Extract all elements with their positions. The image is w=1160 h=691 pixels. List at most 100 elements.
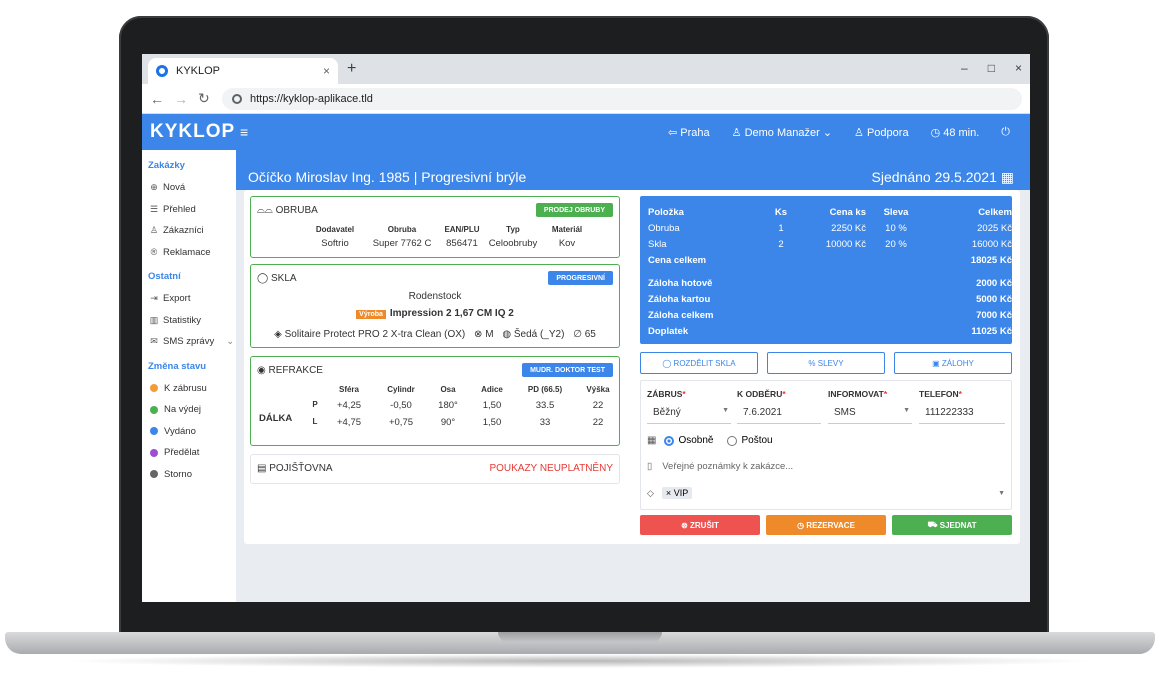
summary-col: Sleva — [883, 206, 909, 218]
window-controls: – □ × — [961, 61, 1022, 75]
cancel-order-button[interactable]: ⊗ ZRUŠIT — [640, 515, 760, 535]
tag-chip[interactable]: × VIP — [661, 487, 693, 499]
close-window-button[interactable]: × — [1015, 61, 1022, 75]
forward-icon[interactable]: → — [174, 91, 188, 107]
palette-icon: ◍ — [502, 329, 514, 340]
back-icon[interactable]: ← — [150, 91, 164, 107]
dropdown-arrow-icon[interactable]: ▼ — [998, 490, 1005, 497]
notes-input[interactable]: Veřejné poznámky k zakázce... — [662, 461, 793, 472]
delivery-post-radio[interactable]: Poštou — [727, 435, 773, 446]
diameter-icon: ∅ — [573, 329, 585, 340]
distance-label: DÁLKA — [259, 413, 293, 424]
branch-link[interactable]: ⇦ Praha — [668, 126, 710, 139]
tag-remove-icon[interactable]: × — [666, 488, 671, 498]
sidebar-item-customers[interactable]: ♙ Zákazníci — [148, 220, 236, 242]
refraction-side: P — [312, 400, 318, 409]
status-item-grinding[interactable]: K zábrusu — [148, 378, 236, 400]
lens-diameter: 65 — [584, 329, 596, 340]
insurance-panel[interactable]: ▤ POJIŠŤOVNA POUKAZY NEUPLATNĚNY — [250, 454, 620, 484]
lens-brand: Rodenstock — [408, 291, 462, 302]
lens-product: Impression 2 1,67 CM IQ 2 — [389, 308, 514, 319]
clipboard-icon: ▯ — [647, 461, 653, 472]
url-text: https://kyklop-aplikace.tld — [250, 92, 373, 105]
chevron-down-icon: ⌄ — [819, 126, 833, 139]
new-tab-button[interactable]: + — [347, 60, 356, 78]
grind-label: ZÁBRUS* — [647, 389, 686, 399]
sidebar-item-claims[interactable]: ® Reklamace — [148, 242, 236, 264]
summary-cell: 1 — [778, 222, 784, 234]
lens-product-row: Výroba Impression 2 1,67 CM IQ 2 — [251, 308, 619, 319]
app-logo[interactable]: KYKLOP — [142, 121, 236, 143]
refraction-header: Adice — [481, 385, 503, 394]
status-item-ready[interactable]: Na výdej — [148, 399, 236, 421]
status-item-cancel[interactable]: Storno — [148, 464, 236, 486]
return-icon: ® — [150, 247, 158, 258]
lens-tint: Šedá (_Y2) — [513, 329, 565, 340]
status-dot-blue — [150, 427, 158, 436]
site-info-icon[interactable] — [232, 93, 242, 104]
refraction-value: 180° — [438, 400, 458, 411]
discounts-button[interactable]: % SLEVY — [767, 352, 885, 374]
sidebar-item-new[interactable]: ⊕ Nová — [148, 177, 236, 199]
frame-value: Celoobruby — [488, 238, 538, 249]
refraction-spacer — [307, 385, 323, 394]
summary-total-row: Cena celkem 18025 Kč — [640, 252, 1012, 268]
page-title: Očíčko Miroslav Ing. 1985 | Progresivní … — [248, 169, 527, 185]
notify-select[interactable]: SMS ▼ — [828, 407, 912, 424]
status-dot-gray — [150, 470, 158, 479]
deposits-button[interactable]: ▣ ZÁLOHY — [894, 352, 1012, 374]
user-icon: ♙ — [731, 126, 745, 139]
url-field[interactable]: https://kyklop-aplikace.tld — [222, 87, 1022, 110]
confirm-order-button[interactable]: ⛟ SJEDNAT — [892, 515, 1012, 535]
progressive-button[interactable]: PROGRESIVNÍ — [548, 271, 613, 285]
tab-close-icon[interactable]: × — [323, 64, 330, 78]
summary-cell: 2250 Kč — [831, 222, 866, 234]
sidebar-item-sms[interactable]: ✉ SMS zprávy ⌄ — [148, 331, 236, 353]
minimize-button[interactable]: – — [961, 61, 968, 75]
status-item-issued[interactable]: Vydáno — [148, 421, 236, 443]
reserve-button[interactable]: ◷ REZERVACE — [766, 515, 886, 535]
pickup-date-field[interactable]: 7.6.2021 — [737, 407, 821, 424]
power-icon[interactable]: ⏻ — [1001, 126, 1010, 139]
split-lenses-button[interactable]: ◯ ROZDĚLIT SKLA — [640, 352, 758, 374]
sell-frame-button[interactable]: PRODEJ OBRUBY — [535, 203, 613, 217]
refraction-value: +4,25 — [336, 400, 362, 411]
summary-row: Skla 2 10000 Kč 20 % 16000 Kč — [640, 236, 1012, 252]
refraction-value: +0,75 — [388, 417, 414, 428]
percent-icon: % — [808, 358, 818, 368]
maximize-button[interactable]: □ — [988, 61, 995, 75]
tag-icon: ◇ — [647, 487, 654, 498]
user-menu[interactable]: ♙ Demo Manažer ⌄ — [732, 126, 832, 139]
frame-header: Typ — [506, 225, 520, 234]
refraction-value: -0,50 — [390, 400, 412, 411]
header-actions: ⇦ Praha ♙ Demo Manažer ⌄ ♙ Podpora ◷ 48 … — [668, 126, 1030, 139]
summary-total-label: Cena celkem — [648, 254, 707, 266]
notes-row[interactable]: ▯ Veřejné poznámky k zakázce... — [647, 461, 793, 472]
status-item-redo[interactable]: Předělat — [148, 442, 236, 464]
circle-icon: ◯ — [257, 273, 271, 284]
reload-icon[interactable]: ↻ — [198, 90, 210, 107]
phone-field[interactable]: 111222333 — [919, 407, 1005, 424]
grind-select[interactable]: Běžný ▼ — [647, 407, 731, 424]
delivery-personal-radio[interactable]: Osobně — [664, 435, 713, 446]
sidebar-item-overview[interactable]: ☰ Přehled — [148, 199, 236, 221]
summary-cell: Obruba — [648, 222, 680, 234]
sidebar-item-export[interactable]: ⇥ Export — [148, 288, 236, 310]
calendar-icon[interactable]: ▦ — [1001, 169, 1014, 185]
refraction-header: Cylindr — [387, 385, 415, 394]
summary-cell: 16000 Kč — [971, 238, 1012, 250]
refraction-panel: ◉ REFRAKCE MUDR. DOKTOR TEST Sféra Cylin… — [250, 356, 620, 446]
deposit-label: Záloha kartou — [648, 293, 711, 305]
insurance-status: POUKAZY NEUPLATNĚNY — [489, 463, 613, 474]
sidebar-item-statistics[interactable]: ▥ Statistiky — [148, 310, 236, 332]
support-link[interactable]: ♙ Podpora — [854, 126, 909, 139]
browser-tab[interactable]: KYKLOP × — [148, 58, 338, 84]
frame-header: Obruba — [387, 225, 417, 234]
plus-circle-icon: ⊕ — [150, 182, 158, 193]
doctor-button[interactable]: MUDR. DOKTOR TEST — [522, 363, 613, 377]
notify-label: INFORMOVAT* — [828, 389, 888, 399]
lens-size: M — [485, 329, 494, 340]
menu-toggle-icon[interactable]: ≡ — [240, 124, 248, 140]
lens-coating: Solitaire Protect PRO 2 X-tra Clean (OX) — [284, 329, 466, 340]
refraction-title: ◉ REFRAKCE — [257, 365, 323, 376]
